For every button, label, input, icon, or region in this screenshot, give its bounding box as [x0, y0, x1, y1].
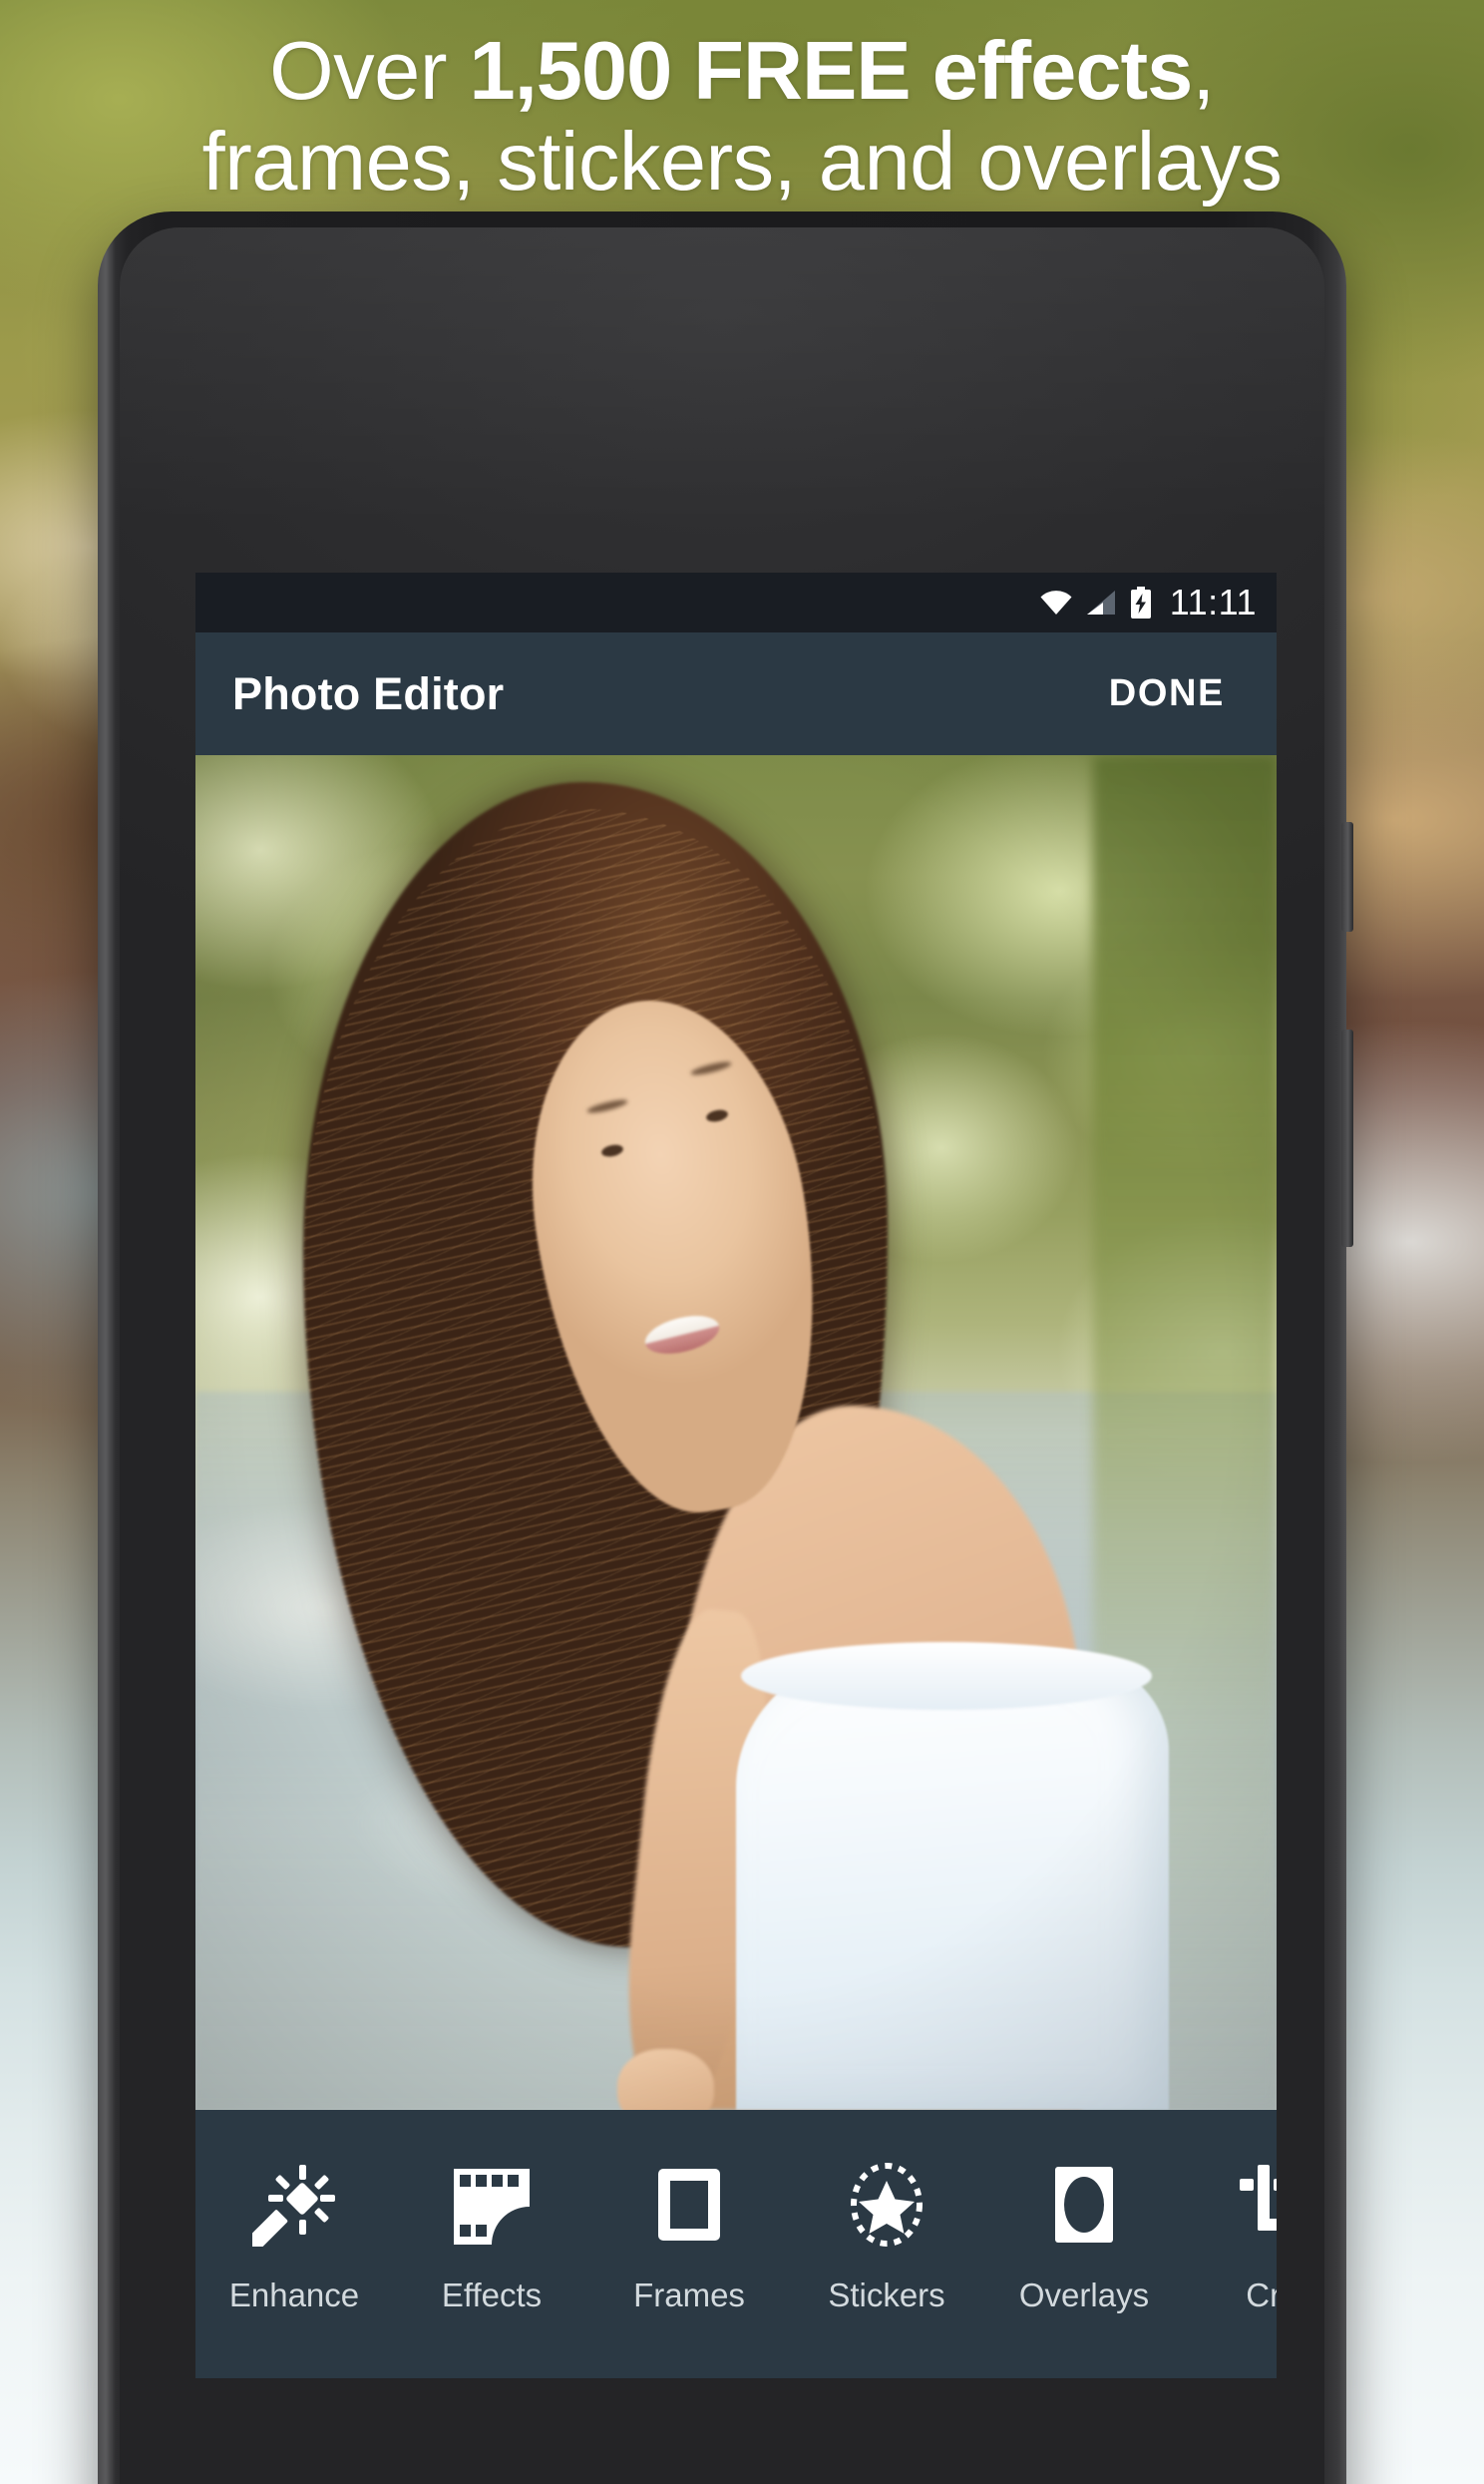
- promo-line1-suffix: ,: [1192, 24, 1215, 117]
- tool-label: Stickers: [828, 2277, 945, 2313]
- frame-square-icon: [641, 2157, 737, 2253]
- status-bar: 11:11: [195, 573, 1277, 632]
- film-strip-icon: [444, 2157, 540, 2253]
- tool-label: Enhance: [228, 2277, 360, 2313]
- promo-headline-line2: frames, stickers, and overlays: [201, 115, 1283, 208]
- editor-toolbar: Enhance Effects Frames Stickers Overlays…: [195, 2110, 1277, 2378]
- tool-effects[interactable]: Effects: [393, 2157, 590, 2314]
- crop-icon: [1234, 2157, 1277, 2253]
- battery-charging-icon: [1130, 587, 1152, 619]
- photo-canvas[interactable]: [195, 755, 1277, 2110]
- wifi-icon: [1040, 590, 1072, 616]
- tool-enhance[interactable]: Enhance: [195, 2157, 393, 2314]
- tool-label: Effects: [441, 2277, 543, 2313]
- tool-crop[interactable]: Crop: [1183, 2157, 1277, 2314]
- phone-mockup: 11:11 Photo Editor DONE Enhance Effects …: [98, 211, 1353, 2484]
- promo-headline-line1: Over 1,500 FREE effects,: [0, 28, 1484, 113]
- screenshot-root: Over 1,500 FREE effects, frames, sticker…: [0, 0, 1484, 2484]
- status-bar-clock: 11:11: [1169, 582, 1257, 622]
- device-screen: 11:11 Photo Editor DONE Enhance Effects …: [195, 573, 1277, 2378]
- photo-vignette: [195, 755, 1277, 2110]
- cellular-signal-icon: [1086, 590, 1116, 616]
- tool-stickers[interactable]: Stickers: [788, 2157, 985, 2314]
- magic-wand-icon: [246, 2157, 342, 2253]
- done-button[interactable]: DONE: [1099, 666, 1235, 721]
- promo-headline: Over 1,500 FREE effects, frames, sticker…: [0, 28, 1484, 205]
- tool-overlays[interactable]: Overlays: [985, 2157, 1183, 2314]
- tool-label: Overlays: [1018, 2277, 1150, 2313]
- page-title: Photo Editor: [232, 667, 505, 719]
- promo-line1-prefix: Over: [269, 24, 470, 117]
- star-sticker-icon: [839, 2157, 934, 2253]
- volume-rocker-button[interactable]: [1341, 1030, 1353, 1247]
- app-bar: Photo Editor DONE: [195, 632, 1277, 755]
- promo-line1-emphasis: 1,500 FREE effects: [469, 24, 1194, 117]
- tool-label: Crop: [1246, 2277, 1277, 2313]
- tool-frames[interactable]: Frames: [590, 2157, 788, 2314]
- tool-label: Frames: [633, 2277, 745, 2313]
- overlay-ellipse-icon: [1036, 2157, 1132, 2253]
- power-button[interactable]: [1341, 822, 1353, 932]
